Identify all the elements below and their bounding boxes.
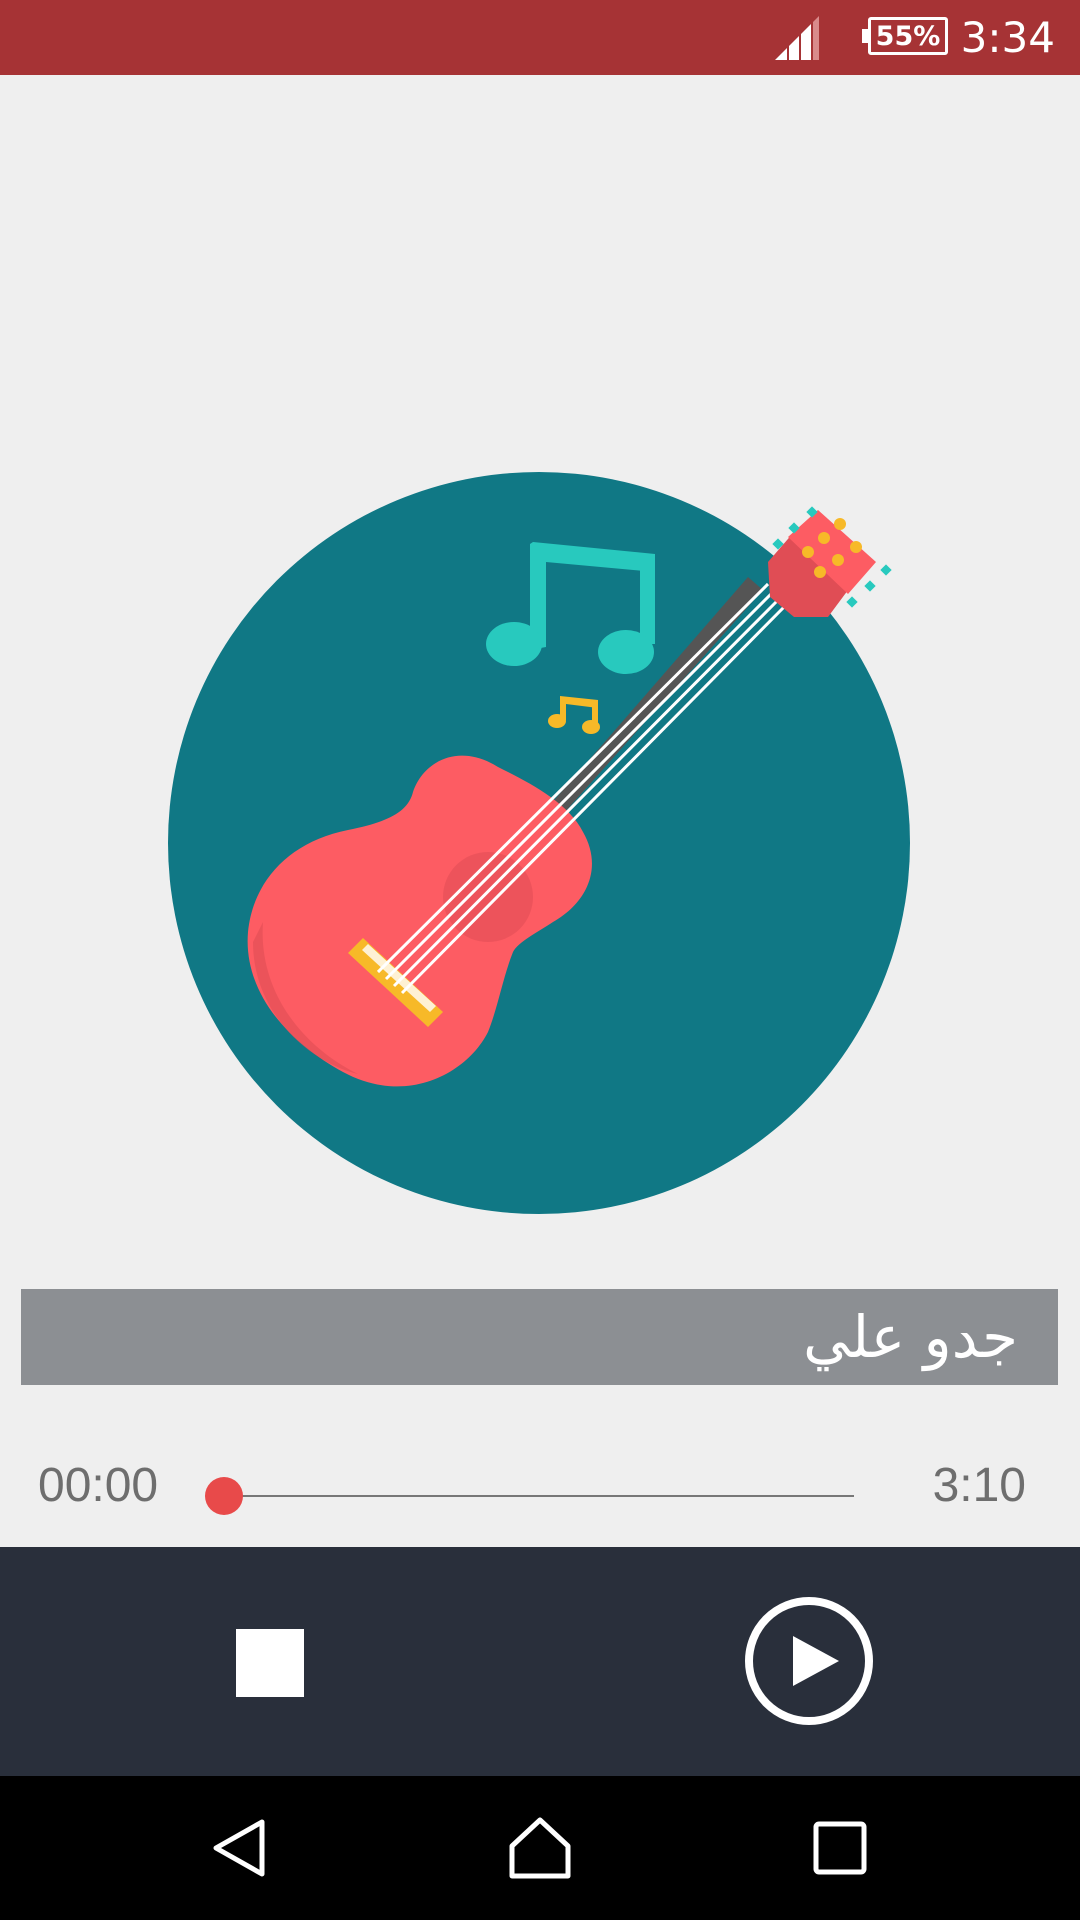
album-art	[168, 472, 910, 1214]
seek-bar[interactable]	[224, 1495, 854, 1497]
status-clock: 3:34	[960, 13, 1055, 62]
recent-apps-icon[interactable]	[808, 1816, 872, 1880]
battery-percent: 55%	[875, 20, 941, 52]
status-bar: 55% 3:34	[0, 0, 1080, 75]
seek-thumb[interactable]	[205, 1477, 243, 1515]
navigation-bar	[0, 1776, 1080, 1920]
track-title: جدو علي	[803, 1303, 1018, 1371]
home-icon[interactable]	[508, 1816, 572, 1880]
back-icon[interactable]	[208, 1816, 272, 1880]
signal-icon	[775, 16, 819, 60]
stop-button[interactable]	[236, 1629, 304, 1697]
progress-row: 00:00 3:10	[0, 1440, 1080, 1530]
total-time: 3:10	[932, 1459, 1026, 1512]
battery-icon: 55%	[862, 17, 948, 55]
play-icon	[793, 1636, 839, 1686]
track-title-bar: جدو علي	[21, 1289, 1058, 1385]
play-button[interactable]	[745, 1597, 873, 1725]
current-time: 00:00	[38, 1459, 159, 1512]
playback-controls	[0, 1547, 1080, 1776]
